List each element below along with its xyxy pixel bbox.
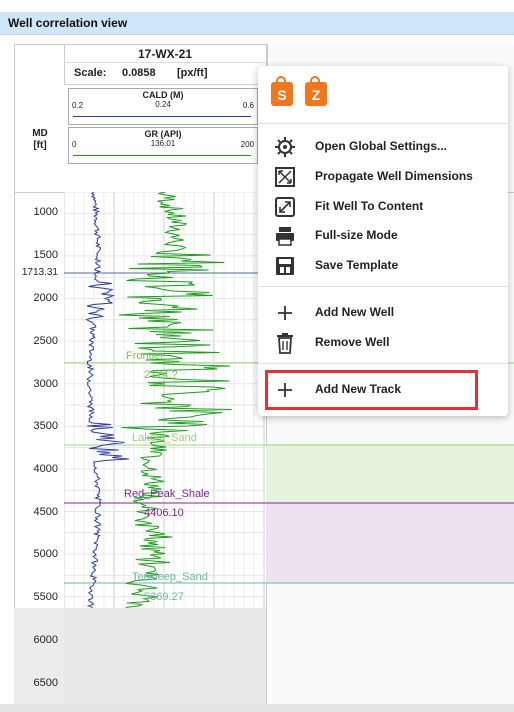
track-color-line [73, 116, 251, 117]
menu-item-add-new-well[interactable]: Add New Well [258, 299, 508, 325]
track-header-cald[interactable]: CALD (M) 0.24 0.2 0.6 [68, 88, 258, 125]
md-axis-label: MD [ft] [20, 128, 60, 152]
depth-tick: 6500 [33, 677, 58, 689]
depth-axis: 1000 1500 1713.31 2000 2500 3000 3500 40… [14, 192, 64, 704]
trash-icon [277, 333, 293, 354]
window-title: Well correlation view [8, 16, 128, 30]
log-plot[interactable]: Frontier 2774.? Lakota_Sand Red_Peak_Sha… [64, 192, 266, 608]
menu-label: Open Global Settings... [315, 139, 448, 153]
depth-tick: 1000 [33, 206, 58, 218]
depth-tick: 5000 [33, 548, 58, 560]
bottom-scrollbar[interactable] [0, 704, 514, 712]
red-peak-label: Red_Peak_Shale [124, 488, 210, 500]
lakota-label: Lakota_Sand [132, 432, 197, 444]
scale-unit: [px/ft] [177, 67, 208, 79]
red-peak-depth: 4406.10 [144, 507, 184, 519]
gr-curve [118, 192, 232, 608]
menu-label: Fit Well To Content [315, 199, 424, 213]
frontier-label: Frontier [126, 350, 164, 362]
menu-label: Add New Well [315, 305, 395, 319]
lock-z-icon[interactable]: Z [305, 76, 327, 106]
depth-tick: 6000 [33, 634, 58, 646]
highlight-box [265, 370, 478, 410]
track-max: 200 [240, 140, 254, 149]
menu-label: Save Template [315, 258, 399, 272]
depth-tick: 2000 [33, 292, 58, 304]
menu-item-propagate-well-dimensions[interactable]: Propagate Well Dimensions [258, 163, 508, 189]
scale-value[interactable]: 0.0858 [122, 67, 156, 79]
plus-icon [278, 306, 292, 320]
plot-grid [64, 192, 266, 608]
md-label-line1: MD [32, 128, 48, 139]
gear-icon [275, 137, 295, 157]
tensleep-depth: 5369.27 [144, 591, 184, 603]
menu-separator [258, 363, 508, 364]
expand-frame-icon [275, 167, 295, 187]
track-current-value: 136.01 [150, 139, 176, 148]
menu-item-fit-well-to-content[interactable]: Fit Well To Content [258, 193, 508, 219]
lock-s-icon[interactable]: S [271, 76, 293, 106]
track-color-line [73, 155, 251, 156]
menu-item-full-size-mode[interactable]: Full-size Mode [258, 222, 508, 248]
cald-curve [85, 192, 129, 608]
track-min: 0.2 [72, 101, 84, 110]
depth-tick: 1500 [33, 249, 58, 261]
depth-tick: 4000 [33, 463, 58, 475]
depth-marker: 1713.31 [21, 267, 58, 278]
track-name: CALD (M) [142, 90, 184, 100]
scale-label: Scale: [74, 67, 107, 79]
fit-diagonal-icon [275, 197, 295, 217]
menu-label: Full-size Mode [315, 228, 398, 242]
track-max: 0.6 [242, 101, 254, 110]
well-name[interactable]: 17-WX-21 [64, 47, 266, 61]
track-header-gr[interactable]: GR (API) 136.01 0 200 [68, 127, 258, 164]
tensleep-label: Tensleep_Sand [132, 571, 208, 583]
menu-label: Remove Well [315, 335, 390, 349]
context-menu: S Z Open Global Settings... Propagate We… [258, 66, 508, 416]
track-current-value: 0.24 [155, 100, 171, 109]
menu-item-save-template[interactable]: Save Template [258, 252, 508, 278]
depth-tick: 2500 [33, 335, 58, 347]
menu-separator [258, 123, 508, 124]
menu-separator [258, 286, 508, 287]
track-min: 0 [72, 140, 77, 149]
depth-tick: 3500 [33, 420, 58, 432]
red-peak-band [266, 503, 514, 583]
depth-tick: 5500 [33, 591, 58, 603]
depth-tick: 3000 [33, 378, 58, 390]
printer-icon [276, 227, 294, 246]
save-template-icon [276, 257, 294, 275]
menu-item-remove-well[interactable]: Remove Well [258, 329, 508, 355]
track-name: GR (API) [144, 129, 182, 139]
frontier-depth: 2774.? [144, 369, 178, 381]
lakota-band [266, 445, 514, 503]
menu-item-open-global-settings[interactable]: Open Global Settings... [258, 133, 508, 159]
menu-label: Propagate Well Dimensions [315, 169, 473, 183]
depth-tick: 4500 [33, 506, 58, 518]
md-label-line2: [ft] [33, 140, 47, 151]
